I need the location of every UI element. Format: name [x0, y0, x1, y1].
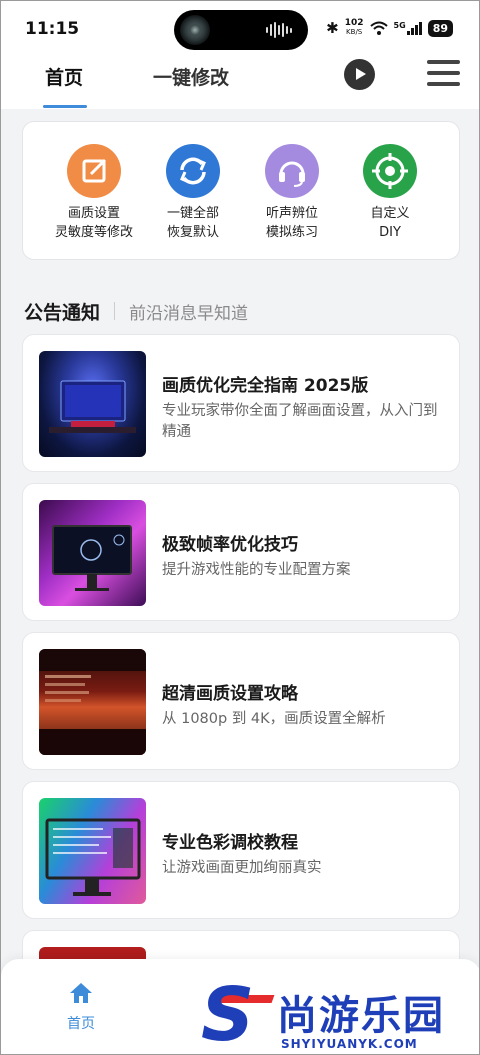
quick-actions-panel: 画质设置 灵敏度等修改 一键全部 恢复默认 听声辨位 模拟练习 自定义 DIY — [22, 121, 460, 260]
card-description: 让游戏画面更加绚丽真实 — [162, 860, 322, 876]
card-title: 超清画质设置攻略 — [162, 684, 298, 704]
card-thumbnail — [39, 798, 146, 904]
quick-action-sound-practice[interactable]: 听声辨位 模拟练习 — [242, 144, 342, 242]
watermark-name: 尚游乐园 — [277, 993, 445, 1039]
status-time: 11:15 — [25, 19, 80, 39]
edit-icon — [67, 144, 121, 198]
quick-action-label: 听声辨位 — [265, 206, 318, 221]
announcement-card[interactable]: 超清画质设置攻略 从 1080p 到 4K，画质设置全解析 — [22, 632, 460, 770]
quick-action-sublabel: DIY — [379, 225, 401, 240]
quick-action-label: 一键全部 — [166, 206, 219, 221]
card-thumbnail — [39, 351, 146, 457]
quick-action-sublabel: 灵敏度等修改 — [54, 225, 133, 240]
refresh-icon — [166, 144, 220, 198]
quick-action-label: 自定义 — [370, 206, 410, 221]
status-bar: 11:15 ✱ 102 KB/S 5G 89 — [1, 1, 479, 57]
status-icons: ✱ 102 KB/S 5G 89 — [326, 19, 453, 37]
card-thumbnail — [39, 649, 146, 755]
audio-wave-icon — [266, 22, 294, 38]
card-description: 提升游戏性能的专业配置方案 — [162, 562, 351, 578]
network-speed-value: 102 — [344, 18, 364, 28]
announcement-header: 公告通知 前沿消息早知道 — [24, 298, 248, 324]
bottom-tab-home[interactable]: 首页 — [61, 981, 101, 1033]
card-description: 从 1080p 到 4K，画质设置全解析 — [162, 711, 386, 727]
bottom-tab-home-label: 首页 — [67, 1016, 95, 1032]
crosshair-icon — [363, 144, 417, 198]
signal-icon: 5G — [394, 21, 422, 35]
quick-action-sublabel: 恢复默认 — [166, 225, 219, 240]
top-nav: 首页 一键修改 — [1, 57, 479, 109]
quick-action-quality-settings[interactable]: 画质设置 灵敏度等修改 — [44, 144, 144, 242]
home-icon — [70, 983, 92, 1003]
announcement-card[interactable]: 专业色彩调校教程 让游戏画面更加绚丽真实 — [22, 781, 460, 919]
quick-action-restore-default[interactable]: 一键全部 恢复默认 — [143, 144, 243, 242]
watermark-domain: SHYIYUANYK.COM — [281, 1037, 418, 1051]
quick-action-custom-diy[interactable]: 自定义 DIY — [340, 144, 440, 242]
card-thumbnail — [39, 500, 146, 606]
announcement-subtitle: 前沿消息早知道 — [129, 303, 249, 324]
camera-icon — [180, 15, 210, 45]
card-title: 极致帧率优化技巧 — [162, 535, 298, 555]
network-speed-unit: KB/S — [346, 28, 363, 36]
card-description: 专业玩家带你全面了解画面设置，从入门到精通 — [162, 403, 438, 440]
wifi-icon — [369, 21, 388, 35]
announcement-title: 公告通知 — [24, 301, 101, 324]
dynamic-island — [174, 10, 308, 50]
divider — [114, 302, 116, 320]
card-title: 专业色彩调校教程 — [162, 833, 298, 853]
menu-icon[interactable] — [427, 60, 460, 90]
network-speed: 102 KB/S — [345, 19, 364, 37]
bluetooth-icon: ✱ — [326, 19, 339, 37]
announcement-card[interactable]: 极致帧率优化技巧 提升游戏性能的专业配置方案 — [22, 483, 460, 621]
quick-action-label: 画质设置 — [67, 206, 120, 221]
play-icon[interactable] — [344, 59, 375, 90]
tab-home[interactable]: 首页 — [42, 63, 88, 108]
signal-type: 5G — [393, 21, 406, 30]
app-frame: 11:15 ✱ 102 KB/S 5G 89 首页 一键修改 画质设置 灵敏度等… — [0, 0, 480, 1055]
watermark-logo: S 尚游乐园 SHYIYUANYK.COM — [201, 972, 479, 1055]
battery-level: 89 — [427, 19, 453, 37]
tab-one-click-modify[interactable]: 一键修改 — [153, 63, 229, 90]
card-title: 画质优化完全指南 2025版 — [162, 376, 369, 396]
watermark-s-letter: S — [201, 972, 255, 1055]
announcement-card[interactable]: 画质优化完全指南 2025版 专业玩家带你全面了解画面设置，从入门到精通 — [22, 334, 460, 472]
quick-action-sublabel: 模拟练习 — [265, 225, 318, 240]
headset-icon — [265, 144, 319, 198]
